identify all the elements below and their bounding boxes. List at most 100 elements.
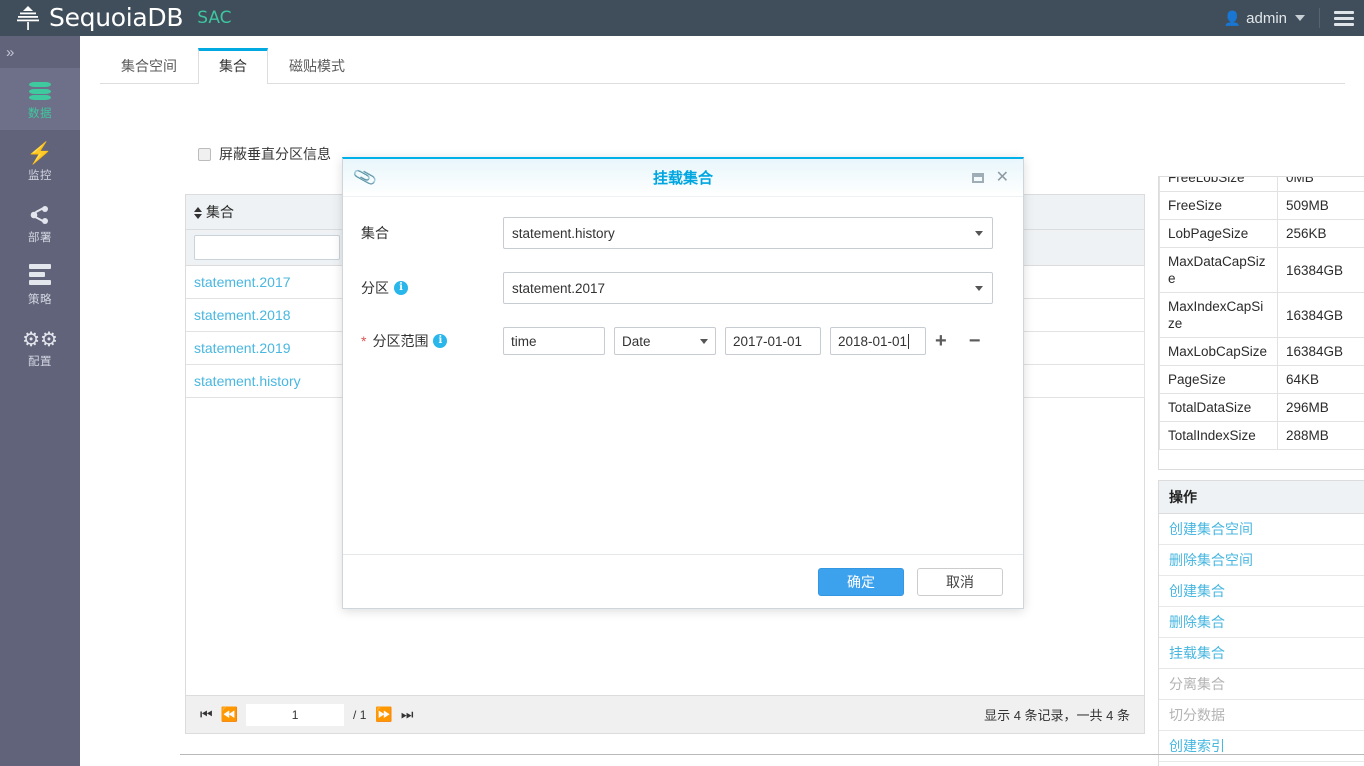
cancel-button[interactable]: 取消 <box>917 567 1003 596</box>
attach-collection-dialog: 📎 挂载集合 ✕ 集合 statement.history 分区 i state… <box>342 157 1024 609</box>
sidebar-item-label: 部署 <box>28 231 52 244</box>
range-high-input[interactable]: 2018-01-01 <box>830 327 926 355</box>
collection-link[interactable]: statement.2018 <box>194 307 291 323</box>
collection-link[interactable]: statement.2017 <box>194 274 291 290</box>
next-page-icon[interactable]: ⏩ <box>375 706 392 723</box>
top-bar: SequoiaDB SAC 👤 admin <box>0 0 1364 36</box>
info-icon[interactable]: i <box>394 281 408 295</box>
op-create-collection[interactable]: 创建集合 <box>1159 576 1364 607</box>
bolt-icon: ⚡ <box>26 141 54 165</box>
sidebar-item-label: 监控 <box>28 169 52 182</box>
partition-field-row: 分区 i statement.2017 <box>343 272 1023 304</box>
confirm-button[interactable]: 确定 <box>818 567 904 596</box>
property-value: 64KB <box>1277 365 1364 394</box>
page-number-input[interactable]: 1 <box>246 703 345 726</box>
brand-suffix: SAC <box>197 8 232 28</box>
property-row: MaxIndexCapSize 16384GB <box>1159 292 1364 338</box>
property-row: MaxLobCapSize 16384GB <box>1159 337 1364 366</box>
pagination-bar: ⏮ ⏪ 1 / 1 ⏩ ⏭ 显示 4 条记录，一共 4 条 <box>186 695 1144 733</box>
sidebar-item-data[interactable]: 数据 <box>0 68 80 130</box>
column-header-collection[interactable]: 集合 <box>186 195 349 230</box>
filter-input-collection[interactable] <box>194 235 340 260</box>
sidebar-item-deploy[interactable]: 部署 <box>0 192 80 254</box>
sidebar-collapse-button[interactable]: » <box>0 36 80 68</box>
dialog-title-bar[interactable]: 📎 挂载集合 ✕ <box>343 159 1023 197</box>
op-drop-collection[interactable]: 删除集合 <box>1159 607 1364 638</box>
property-row: FreeSize 509MB <box>1159 191 1364 220</box>
gears-icon: ⚙⚙ <box>22 328 58 351</box>
property-value: 0MB <box>1277 177 1364 192</box>
property-row: FreeLobSize 0MB <box>1159 177 1364 192</box>
property-key: MaxIndexCapSize <box>1159 292 1278 338</box>
required-marker: * <box>361 333 367 349</box>
tab-tile-mode[interactable]: 磁贴模式 <box>268 48 366 84</box>
op-split-data: 切分数据 <box>1159 700 1364 731</box>
chevron-down-icon <box>975 231 983 236</box>
collection-select-value: statement.history <box>512 225 615 241</box>
property-key: FreeSize <box>1159 191 1278 220</box>
property-key: MaxLobCapSize <box>1159 337 1278 366</box>
right-panel: FreeLobSize 0MB FreeSize 509MB LobPageSi… <box>1158 176 1364 766</box>
op-create-collection-space[interactable]: 创建集合空间 <box>1159 514 1364 545</box>
chevron-down-icon <box>1295 15 1305 21</box>
range-type-select[interactable]: Date <box>614 327 716 355</box>
op-detach-collection: 分离集合 <box>1159 669 1364 700</box>
share-nodes-icon <box>29 202 51 226</box>
sort-icon <box>194 207 203 220</box>
collection-field-label: 集合 <box>361 225 389 241</box>
partition-field-label: 分区 <box>361 280 389 296</box>
double-chevron-right-icon: » <box>6 43 15 61</box>
op-drop-collection-space[interactable]: 删除集合空间 <box>1159 545 1364 576</box>
sidebar: » 数据 ⚡ 监控 部署 策略 ⚙⚙ 配置 <box>0 36 80 766</box>
property-key: FreeLobSize <box>1159 177 1278 192</box>
tab-bar: 集合空间 集合 磁贴模式 <box>100 48 366 84</box>
tab-underline <box>100 83 1345 84</box>
plus-icon[interactable]: + <box>935 331 947 351</box>
partition-select[interactable]: statement.2017 <box>503 272 993 304</box>
last-page-icon[interactable]: ⏭ <box>401 706 414 723</box>
sidebar-item-monitor[interactable]: ⚡ 监控 <box>0 130 80 192</box>
property-value: 288MB <box>1277 421 1364 450</box>
sidebar-item-policy[interactable]: 策略 <box>0 254 80 316</box>
restore-window-icon[interactable] <box>971 172 984 183</box>
collection-link[interactable]: statement.2019 <box>194 340 291 356</box>
grid-menu-icon[interactable] <box>1324 0 1364 36</box>
collection-link[interactable]: statement.history <box>194 373 301 389</box>
property-key: LobPageSize <box>1159 219 1278 248</box>
op-attach-collection[interactable]: 挂载集合 <box>1159 638 1364 669</box>
dialog-body: 集合 statement.history 分区 i statement.2017 <box>343 197 1023 557</box>
info-icon[interactable]: i <box>433 334 448 348</box>
brand[interactable]: SequoiaDB SAC <box>14 4 232 32</box>
collection-select[interactable]: statement.history <box>503 217 993 249</box>
property-value: 16384GB <box>1277 337 1364 366</box>
minus-icon[interactable]: − <box>969 331 981 351</box>
operations-panel: 操作 创建集合空间 删除集合空间 创建集合 删除集合 挂载集合 分离集合 切分数… <box>1158 480 1364 766</box>
tab-collection-space[interactable]: 集合空间 <box>100 48 198 84</box>
op-create-index[interactable]: 创建索引 <box>1159 731 1364 762</box>
record-count-label: 显示 4 条记录，一共 4 条 <box>984 708 1130 723</box>
property-row: TotalIndexSize 288MB <box>1159 421 1364 450</box>
text-caret <box>908 333 910 349</box>
property-row: PageSize 64KB <box>1159 365 1364 394</box>
prev-page-icon[interactable]: ⏪ <box>221 706 238 723</box>
range-field-input[interactable]: time <box>503 327 605 355</box>
range-low-input[interactable]: 2017-01-01 <box>725 327 821 355</box>
database-icon <box>29 78 51 102</box>
footer-divider <box>180 754 1364 755</box>
property-value: 16384GB <box>1277 247 1364 293</box>
mask-checkbox[interactable] <box>198 147 211 161</box>
property-value: 509MB <box>1277 191 1364 220</box>
total-pages-label: / 1 <box>353 707 367 722</box>
user-menu[interactable]: 👤 admin <box>1214 10 1315 27</box>
mask-vertical-partition-option[interactable]: 屏蔽垂直分区信息 <box>198 144 331 164</box>
tree-logo-icon <box>14 4 42 32</box>
tab-collection[interactable]: 集合 <box>198 48 268 84</box>
partition-range-row: * 分区范围 i time Date 2017-01-01 2018-01-01… <box>343 327 1023 355</box>
properties-table-card: FreeLobSize 0MB FreeSize 509MB LobPageSi… <box>1158 176 1364 470</box>
collection-field-row: 集合 statement.history <box>343 217 1023 249</box>
chevron-down-icon <box>975 286 983 291</box>
sidebar-item-config[interactable]: ⚙⚙ 配置 <box>0 316 80 378</box>
sidebar-item-label: 策略 <box>28 293 52 306</box>
first-page-icon[interactable]: ⏮ <box>200 706 213 723</box>
close-icon[interactable]: ✕ <box>996 169 1009 186</box>
